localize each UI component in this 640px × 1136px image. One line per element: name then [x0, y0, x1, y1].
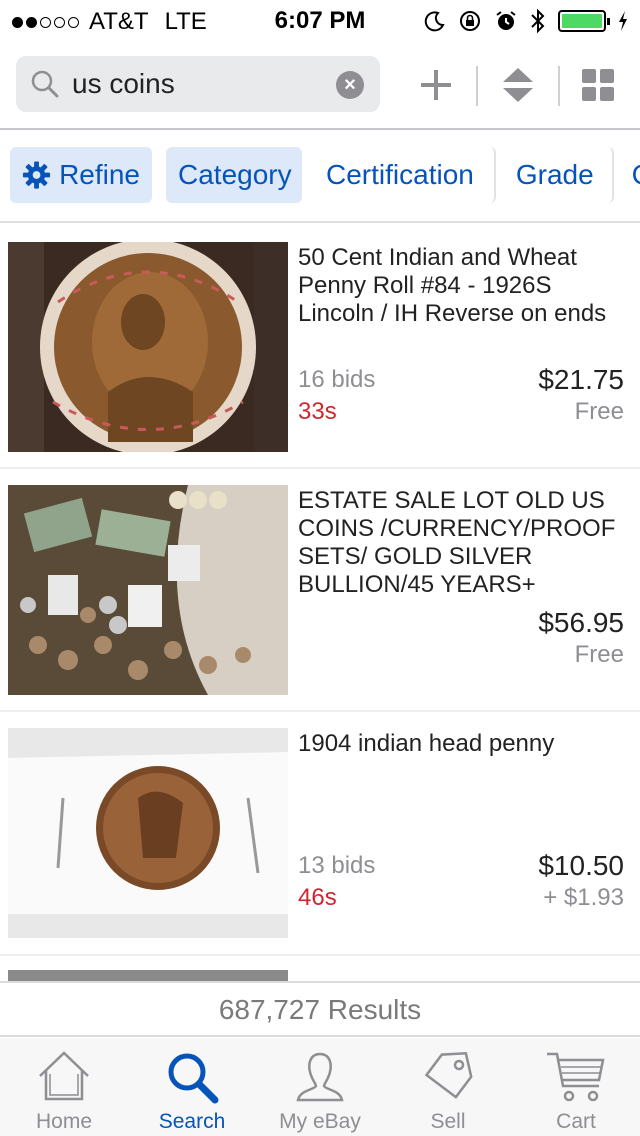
listing-thumbnail: [8, 728, 288, 938]
listing-row[interactable]: ESTATE SALE LOT OLD US COINS /CURRENCY/P…: [0, 469, 640, 712]
listing-title[interactable]: 1904 indian head penny: [298, 730, 628, 758]
tab-bar: Home Search My eBay Sell Cart: [0, 1038, 640, 1136]
divider: [476, 66, 478, 106]
search-icon: [168, 1053, 219, 1104]
listing-title[interactable]: ESTATE SALE LOT OLD US COINS /CURRENCY/P…: [298, 487, 618, 599]
tab-home[interactable]: Home: [0, 1038, 128, 1136]
divider: [558, 66, 560, 106]
charging-icon: [619, 11, 627, 31]
tab-sell[interactable]: Sell: [384, 1038, 512, 1136]
tab-label: My eBay: [279, 1110, 361, 1133]
add-button[interactable]: [406, 62, 466, 108]
divider: [0, 221, 640, 223]
home-icon: [39, 1051, 89, 1101]
plus-icon: [421, 70, 451, 100]
status-bar: AT&T LTE 6:07 PM: [0, 0, 640, 40]
bid-count: 16 bids: [298, 366, 376, 393]
refine-label: Refine: [59, 159, 140, 190]
tag-icon: [424, 1051, 473, 1099]
tab-label: Cart: [556, 1110, 596, 1133]
battery-icon: [558, 10, 610, 32]
tab-my-ebay[interactable]: My eBay: [256, 1038, 384, 1136]
clear-search-button[interactable]: ×: [336, 71, 364, 99]
more-filter-label: C: [632, 159, 640, 191]
listing-row[interactable]: 1904 indian head penny 13 bids 46s $10.5…: [0, 712, 640, 956]
tab-cart[interactable]: Cart: [512, 1038, 640, 1136]
toolbar-actions: [400, 62, 640, 108]
bluetooth-icon: [531, 8, 545, 34]
listing-row[interactable]: 50 Cent Indian and Wheat Penny Roll #84 …: [0, 224, 640, 469]
sort-button[interactable]: [488, 62, 548, 108]
listing-thumbnail: [8, 242, 288, 452]
listing-title[interactable]: 50 Cent Indian and Wheat Penny Roll #84 …: [298, 244, 628, 328]
tab-label: Sell: [430, 1110, 466, 1133]
grade-filter[interactable]: Grade: [496, 147, 614, 203]
search-bar[interactable]: ×: [16, 56, 380, 112]
refine-button[interactable]: Refine: [10, 147, 152, 203]
search-icon: [31, 70, 59, 98]
listing-price: $10.50: [538, 850, 624, 881]
bid-count: 13 bids: [298, 852, 376, 879]
shipping-cost: + $1.93: [543, 884, 624, 911]
divider: [0, 128, 640, 130]
search-input[interactable]: [72, 66, 332, 102]
do-not-disturb-icon: [424, 11, 445, 32]
person-icon: [296, 1052, 344, 1102]
shipping-cost: Free: [574, 398, 624, 425]
filter-bar: Refine Category Certification Grade C: [10, 146, 640, 204]
grid-view-icon: [582, 69, 614, 101]
listing-price: $56.95: [538, 607, 624, 638]
listing-thumbnail: [8, 485, 288, 695]
tab-label: Home: [35, 1110, 93, 1133]
category-filter[interactable]: Category: [166, 147, 302, 203]
sort-icon: [503, 68, 533, 102]
time-left: 46s: [298, 884, 337, 911]
tab-search[interactable]: Search: [128, 1038, 256, 1136]
certification-label: Certification: [326, 159, 474, 190]
rotation-lock-icon: [460, 11, 480, 31]
certification-filter[interactable]: Certification: [316, 147, 496, 203]
alarm-icon: [496, 11, 516, 30]
gear-icon: [22, 161, 51, 189]
time-left: 33s: [298, 398, 337, 425]
view-toggle-button[interactable]: [568, 62, 628, 108]
cart-icon: [547, 1052, 605, 1102]
tab-label: Search: [158, 1110, 226, 1133]
more-filter[interactable]: C: [614, 147, 640, 203]
category-label: Category: [178, 159, 292, 190]
shipping-cost: Free: [574, 641, 624, 668]
grade-label: Grade: [515, 159, 594, 190]
results-count: 687,727 Results: [0, 981, 640, 1037]
listing-price: $21.75: [538, 364, 624, 395]
